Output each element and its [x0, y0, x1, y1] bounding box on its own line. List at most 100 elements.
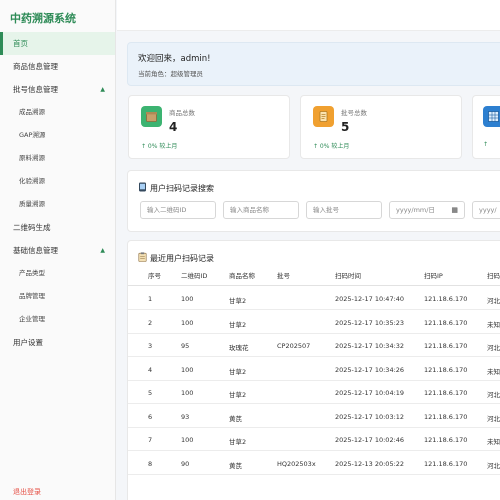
sidebar-item-qrcode[interactable]: 二维码生成 [0, 216, 115, 239]
sidebar-item-label: 产品类型 [19, 269, 45, 277]
stat-label: 批号总数 [341, 109, 367, 117]
end-date-input[interactable]: yyyy/ [472, 201, 500, 219]
sidebar-item-label: 化验溯源 [19, 177, 45, 185]
row-index: 5 [148, 389, 153, 397]
app-title: 中药溯源系统 [10, 12, 76, 25]
row-index: 3 [148, 342, 153, 350]
box-icon [141, 106, 162, 127]
scan-ip: 121.18.6.170 [424, 295, 468, 303]
scan-location: 未知 [487, 367, 500, 376]
qr-id: 100 [181, 365, 194, 374]
sidebar-item-product-info[interactable]: 商品信息管理 [0, 55, 115, 78]
sidebar-item-label: 首页 [13, 39, 28, 48]
table-row[interactable]: 3 95 玫瑰花 CP202507 2025-12-17 10:34:32 121.18.… [128, 334, 500, 357]
table-row[interactable]: 5 100 甘草2 2025-12-17 10:04:19 121.18.6.170 河北 [128, 381, 500, 404]
sidebar-item-finished-trace[interactable]: 成品溯源 [0, 101, 115, 124]
product-name: 甘草2 [229, 297, 247, 305]
scan-time: 2025-12-17 10:03:12 [335, 412, 405, 421]
top-bar [117, 0, 500, 31]
scan-ip: 121.18.6.170 [424, 389, 468, 397]
scan-time: 2025-12-17 10:47:40 [335, 295, 405, 303]
calendar-icon[interactable]: ▦ [451, 202, 458, 218]
logout-link[interactable]: 退出登录 [13, 487, 41, 497]
chevron-up-icon: ▲ [100, 247, 105, 254]
scroll-icon [313, 106, 334, 127]
grid-icon [483, 106, 500, 127]
header-divider [128, 285, 500, 286]
sidebar-item-label: 商品信息管理 [13, 62, 58, 71]
scan-time: 2025-12-13 20:05:22 [335, 459, 405, 468]
sidebar-item-label: GAP溯源 [19, 131, 46, 139]
column-header: 序号 [148, 272, 161, 280]
scan-location: 河北 [487, 461, 500, 470]
table-row[interactable]: 1 100 甘草2 2025-12-17 10:47:40 121.18.6.170 河北 [128, 287, 500, 310]
sidebar-item-label: 质量溯源 [19, 200, 45, 208]
scan-ip: 121.18.6.170 [424, 342, 468, 350]
stat-trend: ↑ 0% 较上月 [313, 143, 350, 150]
stat-card-batches: 批号总数 5 ↑ 0% 较上月 [300, 95, 462, 159]
start-date-input[interactable]: yyyy/mm/日 ▦ [389, 201, 465, 219]
batch-number-input[interactable]: 输入批号 [306, 201, 382, 219]
sidebar-item-user-settings[interactable]: 用户设置 [0, 331, 115, 354]
date-placeholder: yyyy/mm/日 [396, 206, 435, 214]
sidebar-item-label: 批号信息管理 [13, 85, 58, 94]
row-index: 2 [148, 318, 153, 327]
sidebar-item-label: 原料溯源 [19, 154, 45, 162]
product-name: 甘草2 [229, 391, 247, 399]
qr-id: 100 [181, 389, 194, 397]
row-index: 7 [148, 436, 153, 444]
scan-ip: 121.18.6.170 [424, 365, 468, 374]
column-header: 二维码ID [181, 272, 208, 280]
table-row[interactable]: 6 93 黄芪 2025-12-17 10:03:12 121.18.6.170 河北 [128, 405, 500, 428]
product-name: 甘草2 [229, 320, 247, 329]
sidebar-item-label: 企业管理 [19, 315, 45, 323]
trend-arrow-icon: ↑ [483, 141, 489, 148]
column-header: 批号 [277, 272, 290, 280]
qr-id: 100 [181, 295, 194, 303]
scan-ip: 121.18.6.170 [424, 318, 468, 327]
table-row[interactable]: 2 100 甘草2 2025-12-17 10:35:23 121.18.6.170 未知 [128, 311, 500, 334]
scan-icon [138, 182, 147, 194]
table-row[interactable]: 4 100 甘草2 2025-12-17 10:34:26 121.18.6.170 未知 [128, 358, 500, 381]
sidebar-item-gap-trace[interactable]: GAP溯源 [0, 124, 115, 147]
sidebar-item-basic-info[interactable]: 基础信息管理 ▲ [0, 239, 115, 262]
product-name: 甘草2 [229, 438, 247, 446]
search-title-text: 用户扫码记录搜索 [150, 183, 214, 193]
scan-location: 河北 [487, 344, 500, 352]
qr-id: 90 [181, 459, 190, 468]
table-row[interactable]: 8 90 黄芪 HQ202503x 2025-12-13 20:05:22 121.18.… [128, 452, 500, 475]
scan-time: 2025-12-17 10:04:19 [335, 389, 405, 397]
sidebar-item-quality-trace[interactable]: 质量溯源 [0, 193, 115, 216]
scan-location: 河北 [487, 297, 500, 305]
sidebar-item-company[interactable]: 企业管理 [0, 308, 115, 331]
scan-location: 未知 [487, 320, 500, 329]
clipboard-icon [138, 252, 147, 264]
product-name: 甘草2 [229, 367, 247, 376]
table-row[interactable]: 7 100 甘草2 2025-12-17 10:02:46 121.18.6.170 未知 [128, 428, 500, 451]
sidebar-item-label: 品牌管理 [19, 292, 45, 300]
sidebar-item-batch-info[interactable]: 批号信息管理 ▲ [0, 78, 115, 101]
scan-location: 河北 [487, 391, 500, 399]
qr-id: 95 [181, 342, 190, 350]
chevron-up-icon: ▲ [100, 86, 105, 93]
sidebar-item-lab-trace[interactable]: 化验溯源 [0, 170, 115, 193]
sidebar-item-home[interactable]: 首页 [0, 32, 115, 55]
sidebar-item-label: 基础信息管理 [13, 246, 58, 255]
records-panel-title: 最近用户扫码记录 [138, 252, 214, 264]
sidebar-item-brand[interactable]: 品牌管理 [0, 285, 115, 308]
scan-location: 河北 [487, 414, 500, 423]
stat-trend: ↑ 0% 较上月 [141, 143, 178, 150]
qr-id-input[interactable]: 输入二维码ID [140, 201, 216, 219]
stat-value: 5 [341, 120, 350, 134]
sidebar-item-product-type[interactable]: 产品类型 [0, 262, 115, 285]
scan-time: 2025-12-17 10:34:32 [335, 342, 405, 350]
stat-card-products: 商品总数 4 ↑ 0% 较上月 [128, 95, 290, 159]
qr-id: 100 [181, 318, 194, 327]
sidebar-item-material-trace[interactable]: 原料溯源 [0, 147, 115, 170]
stat-card-partial: ↑ [472, 95, 500, 159]
row-index: 8 [148, 459, 153, 468]
scan-time: 2025-12-17 10:02:46 [335, 436, 405, 444]
qr-id: 100 [181, 436, 194, 444]
product-name-input[interactable]: 输入商品名称 [223, 201, 299, 219]
scan-time: 2025-12-17 10:34:26 [335, 365, 405, 374]
